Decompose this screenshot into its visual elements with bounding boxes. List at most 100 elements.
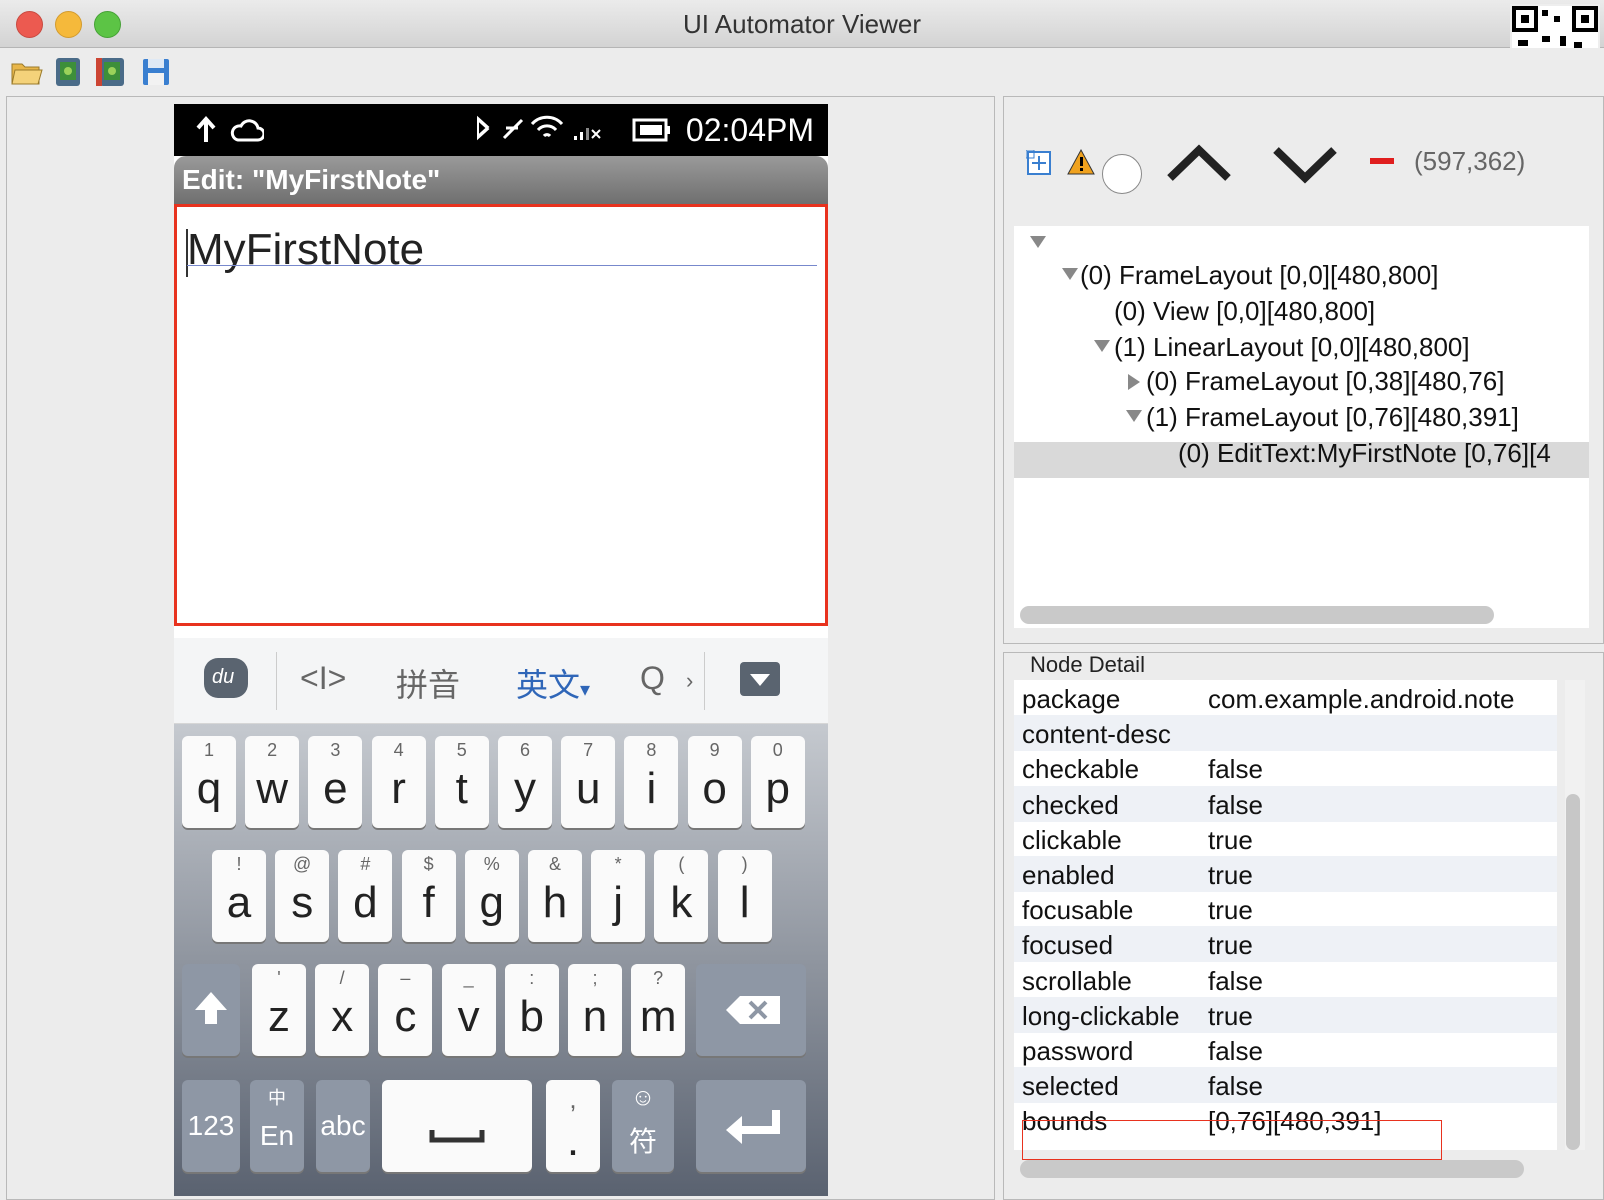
open-folder-icon[interactable]	[10, 56, 44, 88]
shift-key[interactable]	[182, 964, 240, 1056]
baidu-input-icon[interactable]: du	[204, 658, 248, 698]
search-icon[interactable]: Q	[640, 660, 665, 697]
keyboard: 1 q 2 w 3 e 4 r 5 t 6 y 7 u 8 i 9 o 0 p ! a @ s # d $ f% g & h * j(k) l ' z…	[174, 724, 828, 1196]
key-v[interactable]: _ v	[441, 964, 496, 1056]
key-y[interactable]: 6y	[498, 736, 552, 828]
warning-icon[interactable]	[1066, 148, 1096, 181]
key-o[interactable]: 9o	[687, 736, 742, 828]
backspace-key[interactable]	[696, 964, 806, 1056]
chevron-down-icon[interactable]	[1092, 338, 1112, 356]
detail-vertical-scrollbar[interactable]	[1566, 794, 1580, 1150]
hierarchy-tree[interactable]: (0) FrameLayout [0,0][480,800] (0) View …	[1014, 226, 1589, 628]
device-screenshot[interactable]: 02:04PM Edit: "MyFirstNote" MyFirstNote …	[174, 104, 828, 1196]
punctuation-key[interactable]: ,.	[546, 1080, 600, 1172]
detail-row-password[interactable]: password false	[1014, 1032, 1557, 1068]
key-f[interactable]: $ f	[401, 850, 456, 942]
key-u[interactable]: 7u	[561, 736, 616, 828]
hide-keyboard-icon[interactable]	[740, 662, 780, 696]
battery-icon	[632, 118, 670, 142]
key-j[interactable]: * j	[591, 850, 646, 942]
key-l[interactable]: ) l	[717, 850, 772, 942]
detail-row-clickable[interactable]: clickable true	[1014, 821, 1557, 857]
collapse-icon[interactable]	[1370, 158, 1394, 164]
space-bar-icon	[429, 1130, 485, 1143]
key-h[interactable]: & h	[528, 850, 582, 942]
detail-row-checkable[interactable]: checkable false	[1014, 750, 1557, 786]
tree-node[interactable]: (0) View [0,0][480,800]	[1114, 296, 1375, 327]
language-key[interactable]: 中 En	[250, 1080, 304, 1172]
device-screenshot-icon[interactable]	[52, 56, 86, 88]
key-label: abc	[320, 1110, 366, 1141]
tree-node[interactable]: (1) FrameLayout [0,76][480,391]	[1146, 402, 1519, 433]
key-label: j	[613, 878, 624, 927]
detail-horizontal-scrollbar[interactable]	[1020, 1160, 1524, 1178]
key-n[interactable]: ; n	[568, 964, 622, 1056]
key-e[interactable]: 3e	[308, 736, 363, 828]
key-x[interactable]: / x	[315, 964, 370, 1056]
cursor-mode-button[interactable]: <I>	[300, 660, 346, 697]
next-node-icon[interactable]	[1270, 142, 1340, 191]
enter-key[interactable]	[696, 1080, 806, 1172]
tree-horizontal-scrollbar[interactable]	[1020, 606, 1494, 624]
key-k[interactable]: (k	[654, 850, 709, 942]
key-z[interactable]: ' z	[252, 964, 306, 1056]
chevron-down-icon[interactable]	[1060, 266, 1080, 284]
detail-row-focusable[interactable]: focusable true	[1014, 891, 1557, 927]
detail-row-focused[interactable]: focused true	[1014, 926, 1557, 963]
detail-row-selected[interactable]: selected false	[1014, 1067, 1557, 1104]
detail-row-long-clickable[interactable]: long-clickable true	[1014, 996, 1557, 1033]
key-hint: 中	[268, 1088, 286, 1108]
previous-node-icon[interactable]	[1164, 142, 1234, 191]
key-m[interactable]: ? m	[631, 964, 686, 1056]
expand-all-icon[interactable]	[1025, 149, 1054, 183]
ime-divider	[704, 652, 705, 710]
english-button[interactable]: 英文▾	[516, 660, 590, 706]
upload-cloud-icon	[196, 115, 264, 142]
detail-row-content-desc[interactable]: content-desc	[1014, 715, 1557, 752]
key-hint: )	[741, 854, 748, 874]
chevron-right-icon[interactable]	[1126, 372, 1144, 392]
key-b[interactable]: :b	[504, 964, 559, 1056]
key-t[interactable]: 5t	[434, 736, 489, 828]
chevron-right-icon: ›	[686, 668, 694, 693]
note-edit-text[interactable]: MyFirstNote	[174, 204, 828, 626]
key-a[interactable]: ! a	[212, 850, 266, 942]
toggle-naf-icon[interactable]	[1102, 154, 1142, 194]
key-w[interactable]: 2w	[245, 736, 300, 828]
numbers-key[interactable]: 123	[182, 1080, 240, 1172]
device-screenshot-compressed-icon[interactable]	[96, 56, 130, 88]
tree-node[interactable]: (1) LinearLayout [0,0][480,800]	[1114, 332, 1470, 363]
key-label: En	[259, 1120, 295, 1151]
detail-row-checked[interactable]: checked false	[1014, 785, 1557, 822]
key-hint: 8	[646, 740, 657, 760]
save-icon[interactable]	[140, 56, 174, 88]
key-r[interactable]: 4r	[371, 736, 426, 828]
abc-key[interactable]: abc	[316, 1080, 370, 1172]
detail-row-scrollable[interactable]: scrollable false	[1014, 962, 1557, 998]
detail-value: true	[1208, 824, 1253, 855]
tree-node-selected[interactable]: (0) EditText:MyFirstNote [0,76][4	[1178, 438, 1551, 469]
key-s[interactable]: @ s	[275, 850, 330, 942]
space-key[interactable]	[382, 1080, 532, 1172]
chevron-down-icon[interactable]	[1124, 408, 1144, 426]
key-label: b	[519, 992, 545, 1041]
tree-node[interactable]: (0) FrameLayout [0,0][480,800]	[1080, 260, 1438, 291]
key-d[interactable]: # d	[338, 850, 393, 942]
detail-key: password	[1022, 1036, 1134, 1066]
detail-row-enabled[interactable]: enabled true	[1014, 856, 1557, 892]
key-p[interactable]: 0p	[750, 736, 805, 828]
key-hint: &	[548, 854, 561, 874]
tree-node[interactable]: (0) FrameLayout [0,38][480,76]	[1146, 366, 1504, 397]
key-hint: 6	[519, 740, 530, 760]
key-label: k	[670, 878, 693, 927]
chevron-down-icon[interactable]	[1028, 234, 1050, 252]
key-label: u	[575, 764, 601, 813]
key-i[interactable]: 8i	[624, 736, 679, 828]
key-c[interactable]: – c	[378, 964, 433, 1056]
key-q[interactable]: 1q	[182, 736, 236, 828]
symbols-key[interactable]: ☺ 符	[612, 1080, 674, 1172]
pinyin-button[interactable]: 拼音	[396, 660, 460, 706]
key-hint: 0	[772, 740, 783, 760]
detail-row-package[interactable]: package com.example.android.note	[1014, 680, 1557, 716]
key-g[interactable]: % g	[464, 850, 519, 942]
